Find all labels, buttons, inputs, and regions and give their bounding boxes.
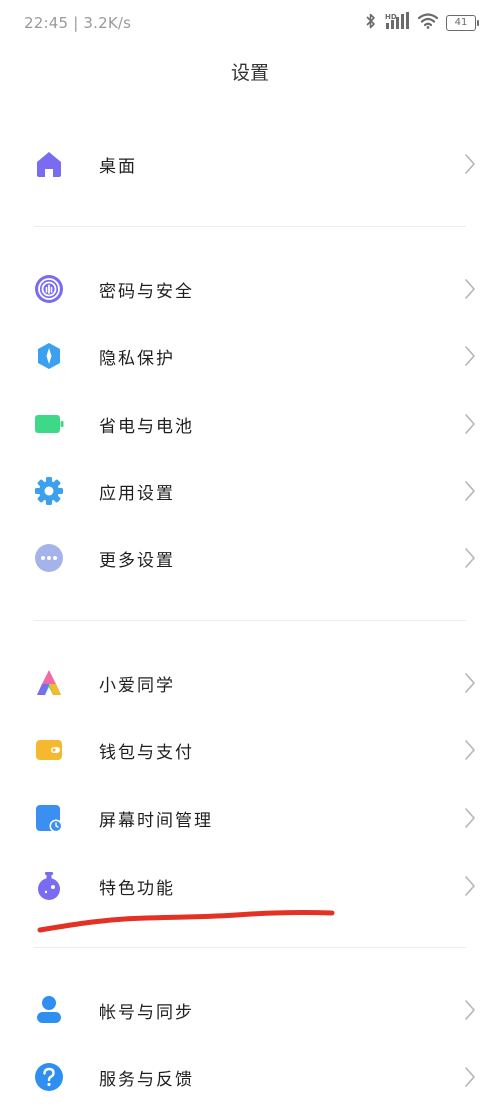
settings-item-account-sync[interactable]: 帐号与同步 <box>0 977 500 1043</box>
chevron-right-icon <box>464 345 476 367</box>
wallet-icon <box>34 735 64 765</box>
privacy-shield-icon <box>34 341 64 371</box>
xiaoai-assistant-icon <box>34 668 64 698</box>
settings-item-label: 更多设置 <box>99 551 175 571</box>
divider <box>34 226 466 227</box>
settings-item-label: 钱包与支付 <box>99 743 194 763</box>
signal-icon: HD <box>384 12 410 34</box>
settings-item-wallet[interactable]: 钱包与支付 <box>0 717 500 783</box>
divider <box>34 947 466 948</box>
chevron-right-icon <box>464 547 476 569</box>
battery-level: 41 <box>454 17 468 28</box>
red-underline-annotation <box>37 909 335 933</box>
network-badge: HD <box>385 13 397 21</box>
settings-item-service-feedback[interactable]: 服务与反馈 <box>0 1044 500 1110</box>
chevron-right-icon <box>464 278 476 300</box>
chevron-right-icon <box>464 1066 476 1088</box>
screen-time-icon <box>34 803 64 833</box>
chevron-right-icon <box>464 672 476 694</box>
more-dots-icon <box>34 543 64 573</box>
settings-item-label: 特色功能 <box>99 879 175 899</box>
help-question-icon <box>34 1062 64 1092</box>
home-icon <box>34 149 64 179</box>
settings-item-app-settings[interactable]: 应用设置 <box>0 458 500 524</box>
chevron-right-icon <box>464 413 476 435</box>
gear-icon <box>34 476 64 506</box>
settings-item-battery[interactable]: 省电与电池 <box>0 391 500 457</box>
settings-item-label: 省电与电池 <box>99 417 194 437</box>
settings-item-password-security[interactable]: 密码与安全 <box>0 256 500 322</box>
settings-item-label: 小爱同学 <box>99 676 175 696</box>
divider <box>34 620 466 621</box>
status-time-speed: 22:45 | 3.2K/s <box>24 14 132 32</box>
chevron-right-icon <box>464 739 476 761</box>
settings-item-label: 帐号与同步 <box>99 1003 194 1023</box>
status-icons: HD 41 <box>366 12 479 34</box>
chevron-right-icon <box>464 153 476 175</box>
settings-item-privacy[interactable]: 隐私保护 <box>0 323 500 389</box>
settings-item-desktop[interactable]: 桌面 <box>0 131 500 197</box>
page-title: 设置 <box>230 62 269 84</box>
settings-item-label: 应用设置 <box>99 484 175 504</box>
flask-icon <box>34 871 64 901</box>
settings-item-label: 桌面 <box>99 157 137 177</box>
chevron-right-icon <box>464 875 476 897</box>
battery-setting-icon <box>34 409 64 439</box>
settings-item-screen-time[interactable]: 屏幕时间管理 <box>0 785 500 851</box>
chevron-right-icon <box>464 807 476 829</box>
settings-item-xiaoai[interactable]: 小爱同学 <box>0 650 500 716</box>
chevron-right-icon <box>464 480 476 502</box>
settings-item-label: 密码与安全 <box>99 282 194 302</box>
settings-item-more-settings[interactable]: 更多设置 <box>0 525 500 591</box>
status-bar: 22:45 | 3.2K/s HD 41 <box>0 0 500 48</box>
settings-item-label: 屏幕时间管理 <box>99 811 213 831</box>
battery-icon: 41 <box>446 15 479 31</box>
settings-item-label: 服务与反馈 <box>99 1070 194 1090</box>
fingerprint-icon <box>34 274 64 304</box>
chevron-right-icon <box>464 999 476 1021</box>
bluetooth-icon <box>366 12 376 34</box>
user-icon <box>34 995 64 1025</box>
wifi-icon <box>417 13 439 33</box>
settings-item-label: 隐私保护 <box>99 349 175 369</box>
